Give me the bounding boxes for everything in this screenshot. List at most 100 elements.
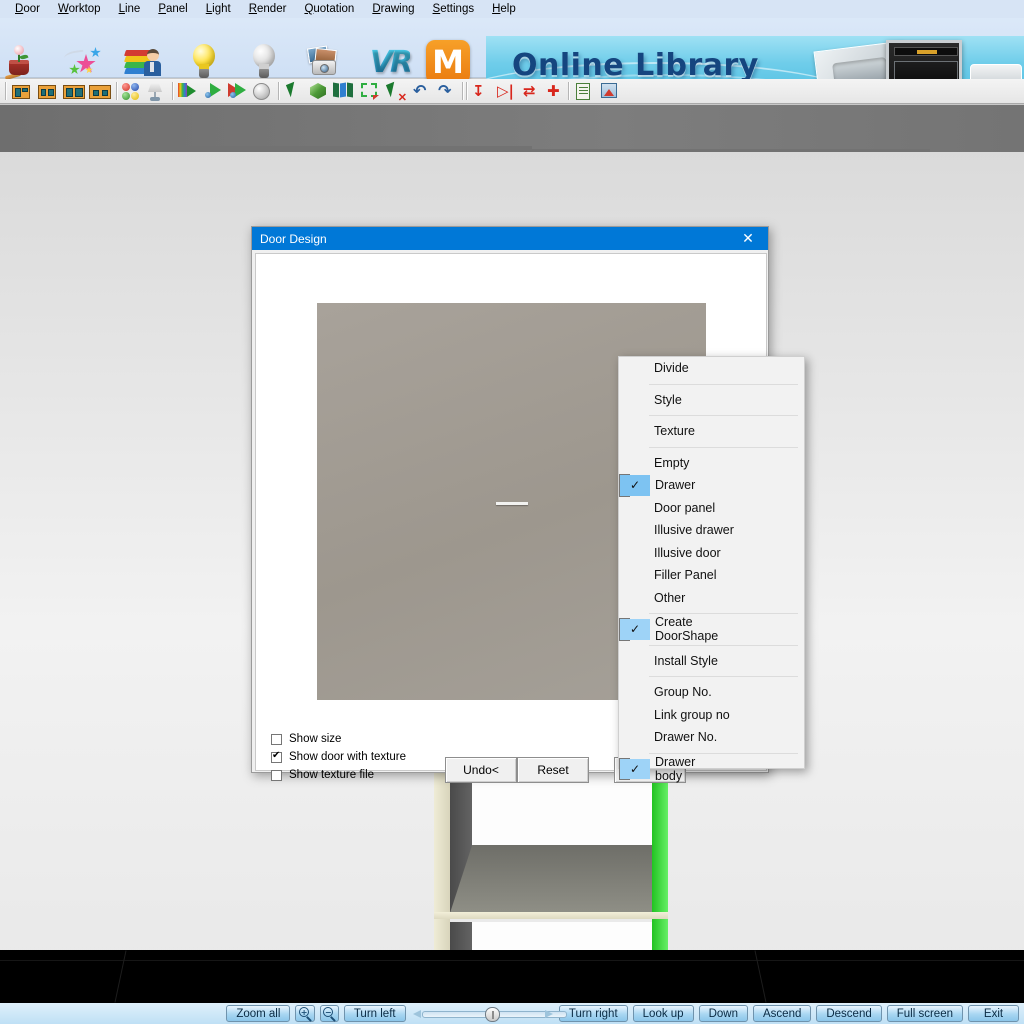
menu-item-worktop[interactable]: Worktop [49,0,110,18]
look-down-button[interactable]: Down [698,1005,748,1022]
menu-item-help[interactable]: Help [483,0,525,18]
render-preview-icon[interactable] [203,83,223,101]
cabinet-base-icon[interactable] [89,83,111,101]
descend-button[interactable]: Descend [816,1005,882,1022]
undo-button[interactable]: Undo< [445,757,517,783]
menu-item-drawer-no[interactable]: Drawer No. [619,726,804,749]
zoom-all-button[interactable]: Zoom all [226,1005,291,1022]
table-lamp-icon[interactable] [147,83,165,101]
checkbox-show-door-with-texture[interactable]: Show door with texture [271,750,406,763]
look-up-button[interactable]: Look up [632,1005,694,1022]
cabinet-single-icon[interactable] [12,83,30,101]
menu-item-line[interactable]: Line [110,0,150,18]
select-arrow-icon[interactable] [286,83,304,101]
menu-item-quotation[interactable]: Quotation [295,0,363,18]
cabinet-double-icon[interactable] [38,83,56,101]
align-right-icon[interactable]: ▷| [497,83,515,101]
menu-item-settings[interactable]: Settings [424,0,484,18]
check-gutter [619,452,649,475]
menu-item-style[interactable]: Style [619,389,804,412]
dashed-box-icon[interactable] [361,83,379,101]
checkbox-label: Show texture file [289,769,375,781]
exit-button[interactable]: Exit [968,1005,1019,1022]
menu-item-label: Empty [654,455,690,470]
turn-left-button[interactable]: Turn left [343,1005,406,1022]
wall-band [0,105,1024,152]
cube-3d-icon[interactable] [310,83,328,101]
unfold-map-icon[interactable] [333,82,353,101]
menu-item-drawer[interactable]: ✓ Drawer [619,474,695,497]
render-rainbow-icon[interactable] [178,83,198,101]
menu-separator [649,676,798,677]
menu-item-panel[interactable]: Panel [149,0,196,18]
menu-item-create-doorshape[interactable]: ✓ Create DoorShape [619,615,718,643]
check-icon: ✓ [620,758,650,779]
menu-item-drawing[interactable]: Drawing [363,0,423,18]
checkbox-show-texture-file[interactable]: Show texture file [271,769,374,781]
icon-bar: VR M Online Library [0,18,1024,96]
menu-item-render[interactable]: Render [240,0,296,18]
menu-item-drawer-body[interactable]: ✓ Drawer body [619,755,695,783]
undo-icon[interactable]: ↶ [413,83,431,101]
image-export-icon[interactable] [601,83,619,101]
menu-item-other[interactable]: Other [619,587,804,610]
menu-item-label: Drawer body [655,754,696,783]
light-bulb-on-icon[interactable] [182,40,226,84]
align-vertical-icon[interactable]: ↧ [472,83,490,101]
delete-select-icon[interactable] [388,83,407,104]
slider-left-cap [412,1009,421,1018]
vr-icon[interactable]: VR [364,40,416,84]
view-rotation-slider[interactable] [412,1006,567,1022]
sphere-material-icon[interactable] [253,83,271,101]
ascend-button[interactable]: Ascend [753,1005,812,1022]
menu-item-door[interactable]: Door [6,0,49,18]
menu-separator [649,752,798,754]
menu-item-illusive-door[interactable]: Illusive door [619,542,804,565]
redo-icon[interactable]: ↷ [438,83,456,101]
turn-right-button[interactable]: Turn right [558,1005,628,1022]
slider-thumb[interactable] [484,1006,500,1022]
door-handle [495,501,528,505]
light-bulb-off-icon[interactable] [242,40,286,84]
check-icon: ✓ [620,619,650,640]
zoom-in-button[interactable]: + [295,1005,315,1022]
menu-item-texture[interactable]: Texture [619,420,804,443]
zoom-out-button[interactable]: − [319,1005,339,1022]
m-app-icon[interactable]: M [426,40,470,84]
close-icon[interactable]: ✕ [728,227,768,250]
menu-bar: y Door Worktop Line Panel Light Render Q… [0,0,1024,18]
door-context-menu[interactable]: Divide Style Texture Empty ✓ Drawer Door … [618,356,805,783]
menu-item-door-panel[interactable]: Door panel [619,497,804,520]
menu-item-install-style[interactable]: Install Style [619,650,804,673]
menu-item-illusive-drawer[interactable]: Illusive drawer [619,519,804,542]
render-quality-icon[interactable] [228,83,248,101]
reset-button[interactable]: Reset [517,757,589,783]
photos-camera-icon[interactable] [302,40,346,84]
checkbox-box[interactable] [271,750,282,763]
menu-item-group-no[interactable]: Group No. [619,681,804,704]
menu-item-link-group-no[interactable]: Link group no [619,704,804,727]
menu-item-light[interactable]: Light [197,0,240,18]
dialog-title-bar[interactable]: Door Design ✕ [252,227,768,250]
menu-separator [649,383,798,385]
star-burst-icon[interactable] [60,40,104,84]
menu-item-filler-panel[interactable]: Filler Panel [619,564,804,587]
checkbox-show-size[interactable]: Show size [271,733,341,745]
books-person-icon[interactable] [121,40,165,84]
move-icon[interactable]: ✚ [547,83,565,101]
cabinet-wall-icon[interactable] [63,83,85,101]
document-icon[interactable] [576,83,594,101]
menu-separator [649,644,798,646]
flower-pot-icon[interactable] [0,40,44,84]
color-dots-icon[interactable] [122,83,140,101]
magnifier-minus-icon: − [322,1007,336,1022]
menu-item-divide[interactable]: Divide [619,357,804,380]
full-screen-button[interactable]: Full screen [886,1005,963,1022]
checkbox-box[interactable] [271,733,282,745]
checkbox-box[interactable] [271,769,282,781]
menu-item-empty[interactable]: Empty [619,452,804,475]
menu-item-label: Divide [654,361,689,376]
swap-icon[interactable]: ⇄ [523,83,541,101]
vr-icon-label: VR [369,44,413,80]
check-gutter [619,519,649,542]
